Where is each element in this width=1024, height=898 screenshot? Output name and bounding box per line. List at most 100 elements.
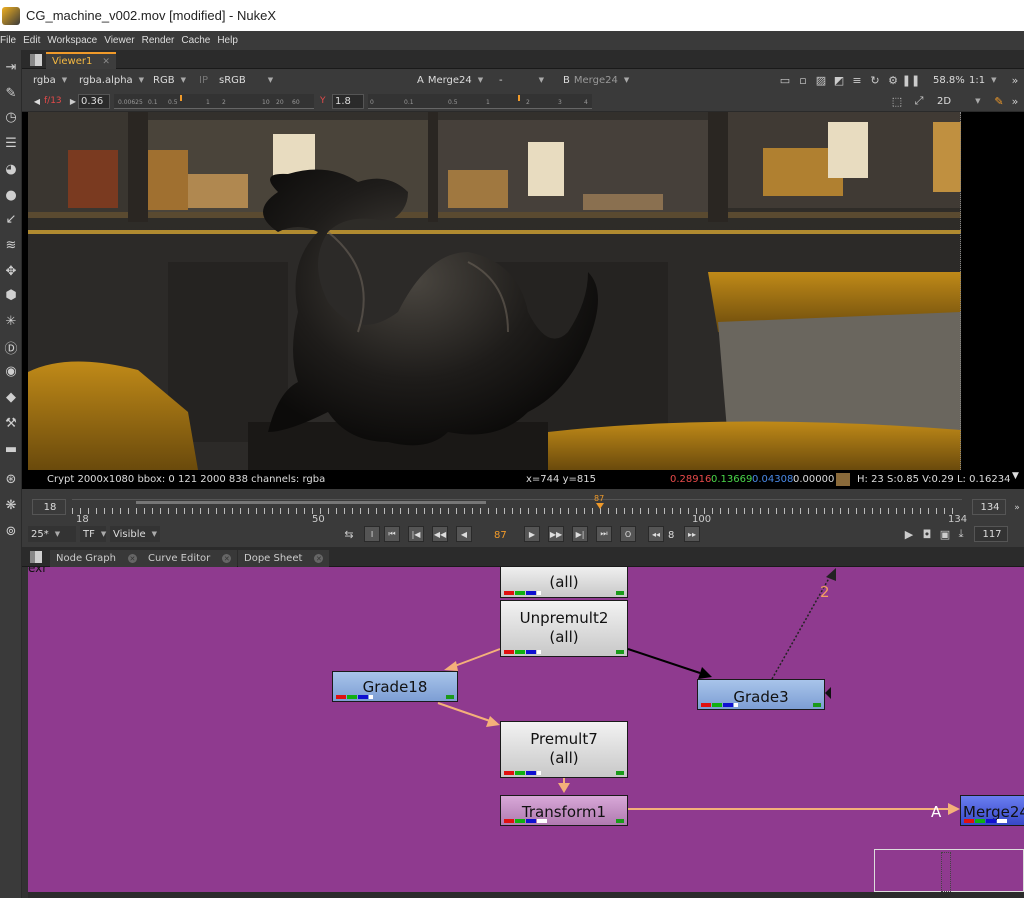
current-frame[interactable]: 87 <box>494 530 507 541</box>
transform-tool-icon[interactable]: ✥ <box>2 262 20 280</box>
pause-icon[interactable]: ❚❚ <box>902 73 920 87</box>
node-transform1[interactable]: Transform1 <box>500 795 628 826</box>
refresh-icon[interactable]: ↻ <box>868 73 882 87</box>
in-point-button[interactable]: I <box>364 526 380 542</box>
gamma-input[interactable]: 1.8 <box>332 94 364 109</box>
paint-brush-icon[interactable]: ✎ <box>992 94 1006 108</box>
step-forward-button[interactable]: ▸▸ <box>684 526 700 542</box>
menu-viewer[interactable]: Viewer <box>104 35 139 46</box>
color-tool-icon[interactable]: ◕ <box>2 160 20 178</box>
proxy-icon[interactable]: ◩ <box>832 73 846 87</box>
node-grade3[interactable]: Grade3 <box>697 679 825 710</box>
view-mode-dropdown[interactable]: 2D ▼ <box>934 93 990 109</box>
safe-area-icon[interactable]: ▫ <box>796 73 810 87</box>
download-icon[interactable]: ⤓ <box>954 527 968 541</box>
close-icon[interactable]: ✕ <box>314 554 324 563</box>
node-graph-minimap[interactable] <box>874 849 1024 892</box>
chevron-down-icon[interactable]: » <box>1010 501 1024 515</box>
lines-icon[interactable]: ≡ <box>850 73 864 87</box>
layer-dropdown[interactable]: rgba.alpha ▼ <box>76 72 146 88</box>
first-frame-button[interactable]: ⏮ <box>384 526 400 542</box>
roi-select-icon[interactable]: ⬚ <box>890 94 904 108</box>
gear-icon[interactable]: ⚙ <box>886 73 900 87</box>
pane-menu-icon[interactable] <box>30 54 42 66</box>
draw-tool-icon[interactable]: ✎ <box>2 84 20 102</box>
prev-keyframe-button[interactable]: |◀ <box>408 526 424 542</box>
visibility-dropdown[interactable]: Visible ▼ <box>110 526 160 542</box>
furnace-tool-icon[interactable]: ⊛ <box>2 470 20 488</box>
deep-tool-icon[interactable]: Ⓓ <box>2 338 20 357</box>
menu-render[interactable]: Render <box>142 35 180 46</box>
in-frame-input[interactable]: 18 <box>32 499 66 515</box>
tab-node-graph[interactable]: Node Graph ✕ <box>50 550 143 567</box>
compare-op-dropdown[interactable]: - ▼ <box>496 72 554 88</box>
particles-tool-icon[interactable]: ✳ <box>2 312 20 330</box>
ip-button[interactable]: IP <box>196 72 214 88</box>
play-backward-button[interactable]: ◀ <box>456 526 472 542</box>
close-icon[interactable]: ✕ <box>222 554 232 563</box>
menu-cache[interactable]: Cache <box>181 35 215 46</box>
info-menu-icon[interactable]: ▼ <box>1012 471 1019 481</box>
loop-icon[interactable]: ⇆ <box>342 527 356 541</box>
tf-dropdown[interactable]: TF ▼ <box>80 526 106 542</box>
zebra-icon[interactable]: ▨ <box>814 73 828 87</box>
display-channels-dropdown[interactable]: RGB ▼ <box>150 72 192 88</box>
close-icon[interactable]: ✕ <box>127 554 137 563</box>
node-unpremult2[interactable]: Unpremult2 (all) <box>500 600 628 657</box>
playhead[interactable] <box>596 503 604 509</box>
menu-file[interactable]: File <box>0 35 21 46</box>
out-frame-input[interactable]: 134 <box>972 499 1006 515</box>
3d-tool-icon[interactable]: ⬢ <box>2 286 20 304</box>
a-input-dropdown[interactable]: A Merge24 ▼ <box>414 72 488 88</box>
prev-increment-button[interactable]: ◀◀ <box>432 526 448 542</box>
step-back-button[interactable]: ◂◂ <box>648 526 664 542</box>
other-tool-icon[interactable]: ▬ <box>2 440 20 458</box>
step-value[interactable]: 8 <box>668 530 674 541</box>
node-merge24[interactable]: Merge24 <box>960 795 1024 826</box>
gamma-handle[interactable] <box>518 95 520 101</box>
metadata-tool-icon[interactable]: ◆ <box>2 388 20 406</box>
tab-curve-editor[interactable]: Curve Editor ✕ <box>142 550 238 567</box>
out-point-button[interactable]: O <box>620 526 636 542</box>
tab-dope-sheet[interactable]: Dope Sheet ✕ <box>238 550 330 567</box>
play-forward-button[interactable]: ▶ <box>524 526 540 542</box>
merge-tool-icon[interactable]: ≋ <box>2 236 20 254</box>
lut-dropdown[interactable]: sRGB ▼ <box>216 72 276 88</box>
views-tool-icon[interactable]: ◉ <box>2 362 20 380</box>
menu-edit[interactable]: Edit <box>23 35 45 46</box>
menu-help[interactable]: Help <box>217 35 243 46</box>
fps-dropdown[interactable]: 25* ▼ <box>28 526 76 542</box>
gamma-slider[interactable]: 0 0.1 0.5 1 2 3 4 <box>368 94 592 109</box>
gain-handle[interactable] <box>180 95 182 101</box>
settings-tool-icon[interactable]: ⊚ <box>2 522 20 540</box>
node-graph-canvas[interactable]: exr 2 A (all) Unpremult2 (all) Grade18 G… <box>28 567 1024 892</box>
image-tool-icon[interactable]: ⇥ <box>2 58 20 76</box>
next-keyframe-button[interactable]: ▶| <box>572 526 588 542</box>
close-icon[interactable]: ✕ <box>102 57 110 67</box>
view-axis-icon[interactable]: ⤢ <box>912 94 926 108</box>
timeline-ruler[interactable]: 18 50 100 134 87 <box>72 494 967 525</box>
b-input-dropdown[interactable]: B Merge24 ▼ <box>560 72 636 88</box>
playback-end-input[interactable]: 117 <box>974 526 1008 542</box>
menu-workspace[interactable]: Workspace <box>47 35 102 46</box>
gain-slider[interactable]: 0.00625 0.1 0.5 1 2 10 20 60 <box>114 94 314 109</box>
viewer-canvas[interactable] <box>22 112 1024 470</box>
node-top-all[interactable]: (all) <box>500 567 628 598</box>
flipbook-icon[interactable]: ▶ <box>902 527 916 541</box>
plugins-tool-icon[interactable]: ❋ <box>2 496 20 514</box>
cache-icon[interactable]: ▣ <box>938 527 952 541</box>
tab-viewer1[interactable]: Viewer1 ✕ <box>46 52 116 69</box>
last-frame-button[interactable]: ⏭ <box>596 526 612 542</box>
node-premult7[interactable]: Premult7 (all) <box>500 721 628 778</box>
fstop-left-arrow-icon[interactable]: ◀ <box>30 94 44 108</box>
ratio-dropdown[interactable]: 1:1 ▼ <box>966 72 1004 88</box>
node-grade18[interactable]: Grade18 <box>332 671 458 702</box>
channels-dropdown[interactable]: rgba ▼ <box>30 72 72 88</box>
filter-tool-icon[interactable]: ● <box>2 186 20 204</box>
zoom-dropdown[interactable]: 58.8% <box>930 72 965 88</box>
roi-icon[interactable]: ▭ <box>778 73 792 87</box>
chevron-down-icon[interactable]: » <box>1008 94 1022 108</box>
channel-tool-icon[interactable]: ☰ <box>2 134 20 152</box>
gain-input[interactable]: 0.36 <box>78 94 110 109</box>
time-tool-icon[interactable]: ◷ <box>2 108 20 126</box>
